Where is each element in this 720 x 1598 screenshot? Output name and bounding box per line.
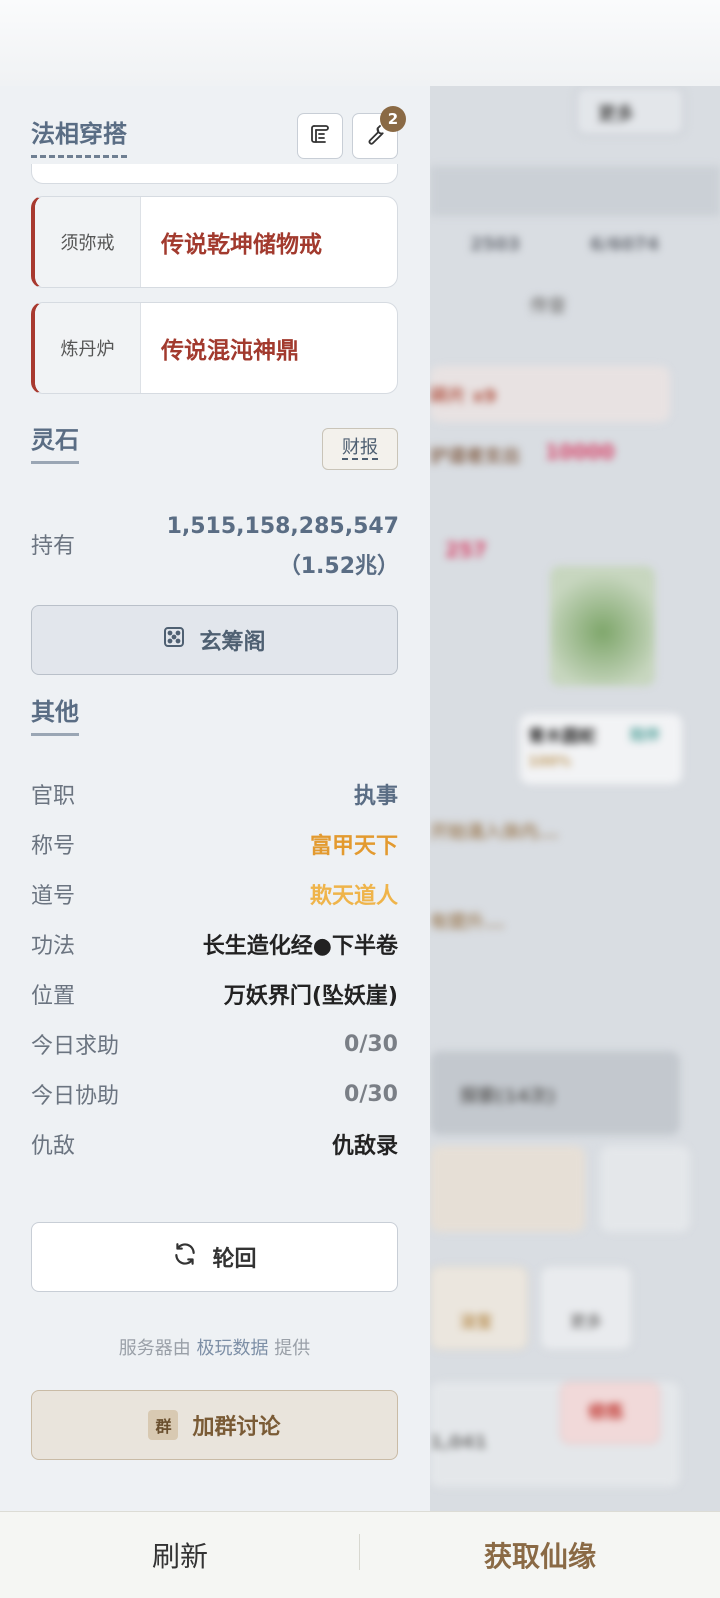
row-key: 今日协助 — [31, 1084, 120, 1109]
bg-creature-name: 青木圆蛇 — [528, 727, 596, 747]
other-row-dao-name: 道号 欺天道人 — [31, 878, 398, 910]
hold-value: 1,515,158,285,547 — [166, 514, 399, 539]
other-row-location: 位置 万妖界门(坠妖崖) — [31, 978, 398, 1010]
equip-slot-label: 须弥戒 — [35, 197, 141, 287]
bg-line2-prefix: 护道者支出 — [430, 446, 520, 467]
group-icon: 群 — [148, 1410, 179, 1440]
row-value[interactable]: 执事 — [354, 778, 398, 810]
join-group-button[interactable]: 群 加群讨论 — [31, 1390, 398, 1460]
hold-short: （1.52兆） — [278, 554, 399, 579]
refresh-label: 刷新 — [151, 1540, 208, 1573]
refresh-cycle-icon — [172, 1241, 198, 1273]
dice-icon — [163, 626, 185, 654]
row-value[interactable]: 万妖界门(坠妖崖) — [224, 978, 398, 1010]
status-bar — [0, 0, 720, 86]
equip-card-furnace[interactable]: 炼丹炉 传说混沌神鼎 — [31, 302, 398, 394]
equip-item-name: 传说乾坤储物戒 — [161, 232, 322, 258]
row-key: 仇敌 — [31, 1134, 76, 1159]
bg-bottom-value: 1,041 — [430, 1432, 487, 1453]
bg-explore: 探索(14次) — [460, 1086, 556, 1107]
join-group-label: 加群讨论 — [192, 1415, 281, 1440]
other-title: 其他 — [31, 692, 79, 736]
other-row-official: 官职 执事 — [31, 778, 398, 810]
server-prefix: 服务器由 — [118, 1338, 191, 1359]
bottom-bar: 刷新 获取仙缘 — [0, 1511, 720, 1598]
row-key: 今日求助 — [31, 1034, 120, 1059]
bg-tab-label: 传音 — [530, 296, 566, 317]
background-app: 更多 2503 6/6074 传音 碎片 x9 护道者支出 10000 257 … — [430, 86, 720, 1511]
server-provider-link[interactable]: 极玩数据 — [197, 1338, 269, 1359]
get-fate-label: 获取仙缘 — [483, 1540, 596, 1573]
row-value: 0/30 — [344, 1031, 398, 1057]
bg-slot-a: 法宝 — [460, 1312, 493, 1331]
row-key: 官职 — [31, 784, 76, 809]
report-button[interactable]: 财报 — [322, 428, 398, 470]
equip-slot-label: 炼丹炉 — [35, 303, 141, 393]
row-value[interactable]: 仇敌录 — [332, 1128, 398, 1160]
row-value[interactable]: 长生造化经●下半卷 — [203, 928, 398, 960]
equip-item-name: 传说混沌神鼎 — [161, 338, 299, 364]
bg-line1: 碎片 x9 — [430, 386, 497, 407]
row-value[interactable]: 欺天道人 — [310, 878, 398, 910]
bg-progress2: 有提升... — [430, 912, 505, 933]
bottom-divider — [359, 1534, 360, 1570]
other-row-technique: 功法 长生造化经●下半卷 — [31, 928, 398, 960]
bg-slot-b: 更多 — [570, 1312, 603, 1331]
profile-drawer: 法相穿搭 2 须弥戒 传说乾坤储物戒 炼丹炉 传说混沌神鼎 灵石 财报 持有 1… — [0, 86, 430, 1511]
bg-stat-a: 2503 — [470, 234, 521, 255]
pavilion-button[interactable]: 玄筹阁 — [31, 605, 398, 675]
row-value: 0/30 — [344, 1081, 398, 1107]
equip-card-ring[interactable]: 须弥戒 传说乾坤储物戒 — [31, 196, 398, 288]
bg-creature-pct: 100% — [528, 754, 572, 770]
scroll-icon — [308, 122, 332, 150]
bg-creature-tag: 陪伴 — [630, 726, 661, 744]
bg-stat-b: 6/6074 — [590, 234, 660, 255]
bg-progress1: 开始涌入体内... — [430, 822, 559, 843]
get-fate-button[interactable]: 获取仙缘 — [360, 1512, 720, 1598]
bg-red-button: 修炼 — [588, 1402, 624, 1423]
bg-line2-value: 10000 — [545, 440, 615, 464]
hold-label: 持有 — [31, 534, 76, 559]
previous-equip-card — [31, 164, 398, 184]
reincarnate-label: 轮回 — [212, 1247, 257, 1272]
row-key: 称号 — [31, 834, 76, 859]
server-suffix: 提供 — [274, 1338, 311, 1359]
server-credit: 服务器由 极玩数据 提供 — [31, 1334, 398, 1360]
bg-more-label: 更多 — [598, 104, 634, 125]
row-value[interactable]: 富甲天下 — [310, 828, 398, 860]
wrench-badge: 2 — [380, 106, 406, 132]
bg-line3: 257 — [445, 538, 487, 562]
refresh-button[interactable]: 刷新 — [0, 1512, 360, 1598]
report-label: 财报 — [342, 437, 378, 460]
other-row-title: 称号 富甲天下 — [31, 828, 398, 860]
reincarnate-button[interactable]: 轮回 — [31, 1222, 398, 1292]
other-row-help-requests: 今日求助 0/30 — [31, 1028, 398, 1060]
row-key: 功法 — [31, 934, 76, 959]
row-key: 道号 — [31, 884, 76, 909]
outfit-title[interactable]: 法相穿搭 — [31, 114, 127, 158]
other-row-assists: 今日协助 0/30 — [31, 1078, 398, 1110]
scroll-button[interactable] — [297, 113, 343, 159]
row-key: 位置 — [31, 984, 76, 1009]
other-row-enemies: 仇敌 仇敌录 — [31, 1128, 398, 1160]
pavilion-label: 玄筹阁 — [199, 630, 266, 655]
spirit-stone-title: 灵石 — [31, 420, 79, 464]
